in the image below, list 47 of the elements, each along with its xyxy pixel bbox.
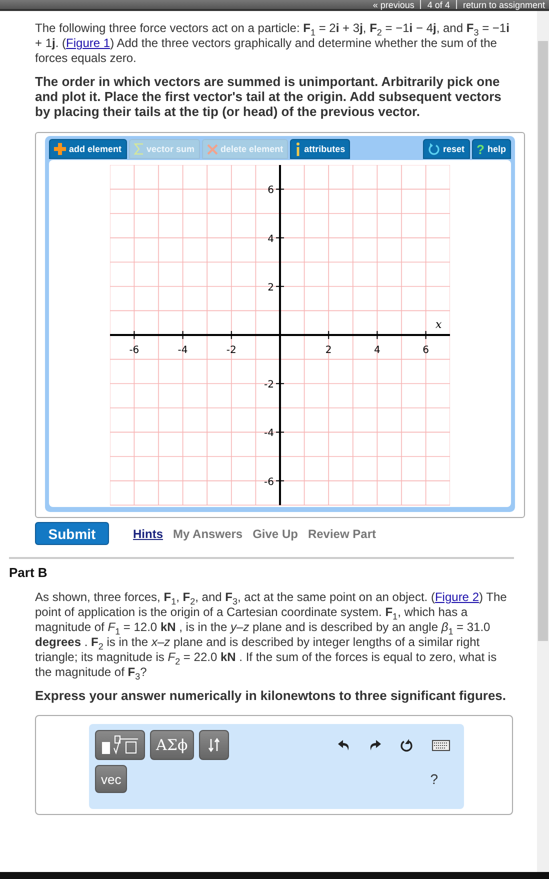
instruction-text: The order in which vectors are summed is unimportant. Arbitrarily pick one and plot it. Place the first vector's tail at the origin. Add subsequent vectors by placing their tails at the tip (or head) of the previous vector. [35, 74, 502, 119]
y-tick-label: -4 [264, 428, 274, 440]
y-tick-label: -6 [264, 476, 274, 488]
problem-text: As shown, three forces, F$_{1}$, F$_{2}$, and F$_{3}$, act at the same point on an object. (Figure 2) The point of application is the origin of a Cartesian coordinate system. F$_{1}$, which has a magnitude of F$_{1}$ = 12.0 kN , is in the y–z plane and is described by an angle β$_{1}$ = 31.0 degrees . F$_{2}$ is in the x–z plane and is described by integer lengths of a similar right triangle; its magnitude is F$_{2}$ = 22.0 kN . If the sum of the forces is equal to zero, what is the magnitude of F$_{3}$? [35, 590, 508, 680]
equation-editor[interactable]: ΑΣϕ vec ? [89, 724, 464, 809]
vec-button[interactable]: vec [95, 765, 128, 793]
submit-button[interactable]: Submit [35, 522, 109, 545]
problem-text: The following three force vectors act on a particle: F$_{1}$ = 2i + 3j, F$_{2}$ = −1i − 4j, and F$_{3}$ = −1i + 1j. (Figure 1) Add the three vectors graphically and determine whether the sum of the forces equals zero. [35, 21, 510, 66]
x-tick-label: 4 [374, 345, 380, 356]
figure-link[interactable]: Figure 1 [66, 36, 110, 50]
x-axis-label: x [436, 318, 442, 331]
y-tick-label: 6 [268, 185, 274, 196]
help-button[interactable]: ? [430, 771, 438, 787]
x-tick-label: -4 [178, 345, 188, 356]
part-heading: Part B [9, 565, 48, 580]
x-tick-label: 6 [422, 345, 429, 356]
info-icon [295, 142, 302, 156]
y-tick-label: -2 [264, 380, 274, 391]
tool-button[interactable]: attributes [290, 139, 350, 159]
y-tick-label: 4 [268, 234, 274, 245]
sigma-icon [134, 143, 144, 155]
root-template-icon [101, 735, 139, 755]
up-down-arrows-icon [208, 738, 220, 752]
templates-button[interactable] [95, 730, 145, 760]
y-tick-label: 2 [268, 282, 274, 294]
help-icon: ? [476, 142, 484, 156]
instruction-text: Express your answer numerically in kilonewtons to three significant figures. [35, 688, 508, 703]
plus-icon [54, 143, 66, 155]
help-button[interactable]: ? help [472, 139, 511, 159]
redo-icon[interactable] [369, 739, 381, 751]
arrows-button[interactable] [198, 730, 229, 760]
x-tick-label: -6 [129, 345, 140, 356]
reset-icon [428, 143, 440, 155]
tool-button[interactable]: add element [49, 139, 127, 159]
nav-link[interactable]: return to assignment [462, 0, 545, 10]
refresh-icon[interactable] [400, 738, 413, 752]
action-link[interactable]: Hints [133, 526, 163, 540]
x-tick-label: -2 [226, 345, 236, 356]
figure-link[interactable]: Figure 2 [434, 590, 479, 604]
keyboard-icon[interactable] [432, 740, 450, 750]
undo-icon[interactable] [338, 739, 350, 751]
nav-link[interactable]: 4 of 4 [427, 0, 450, 10]
greek-symbols-button[interactable]: ΑΣϕ [150, 730, 194, 760]
x-icon [206, 144, 218, 154]
x-tick-label: 2 [325, 345, 332, 356]
reset-button[interactable]: reset [423, 139, 470, 159]
nav-link[interactable]: « previous [372, 0, 414, 10]
